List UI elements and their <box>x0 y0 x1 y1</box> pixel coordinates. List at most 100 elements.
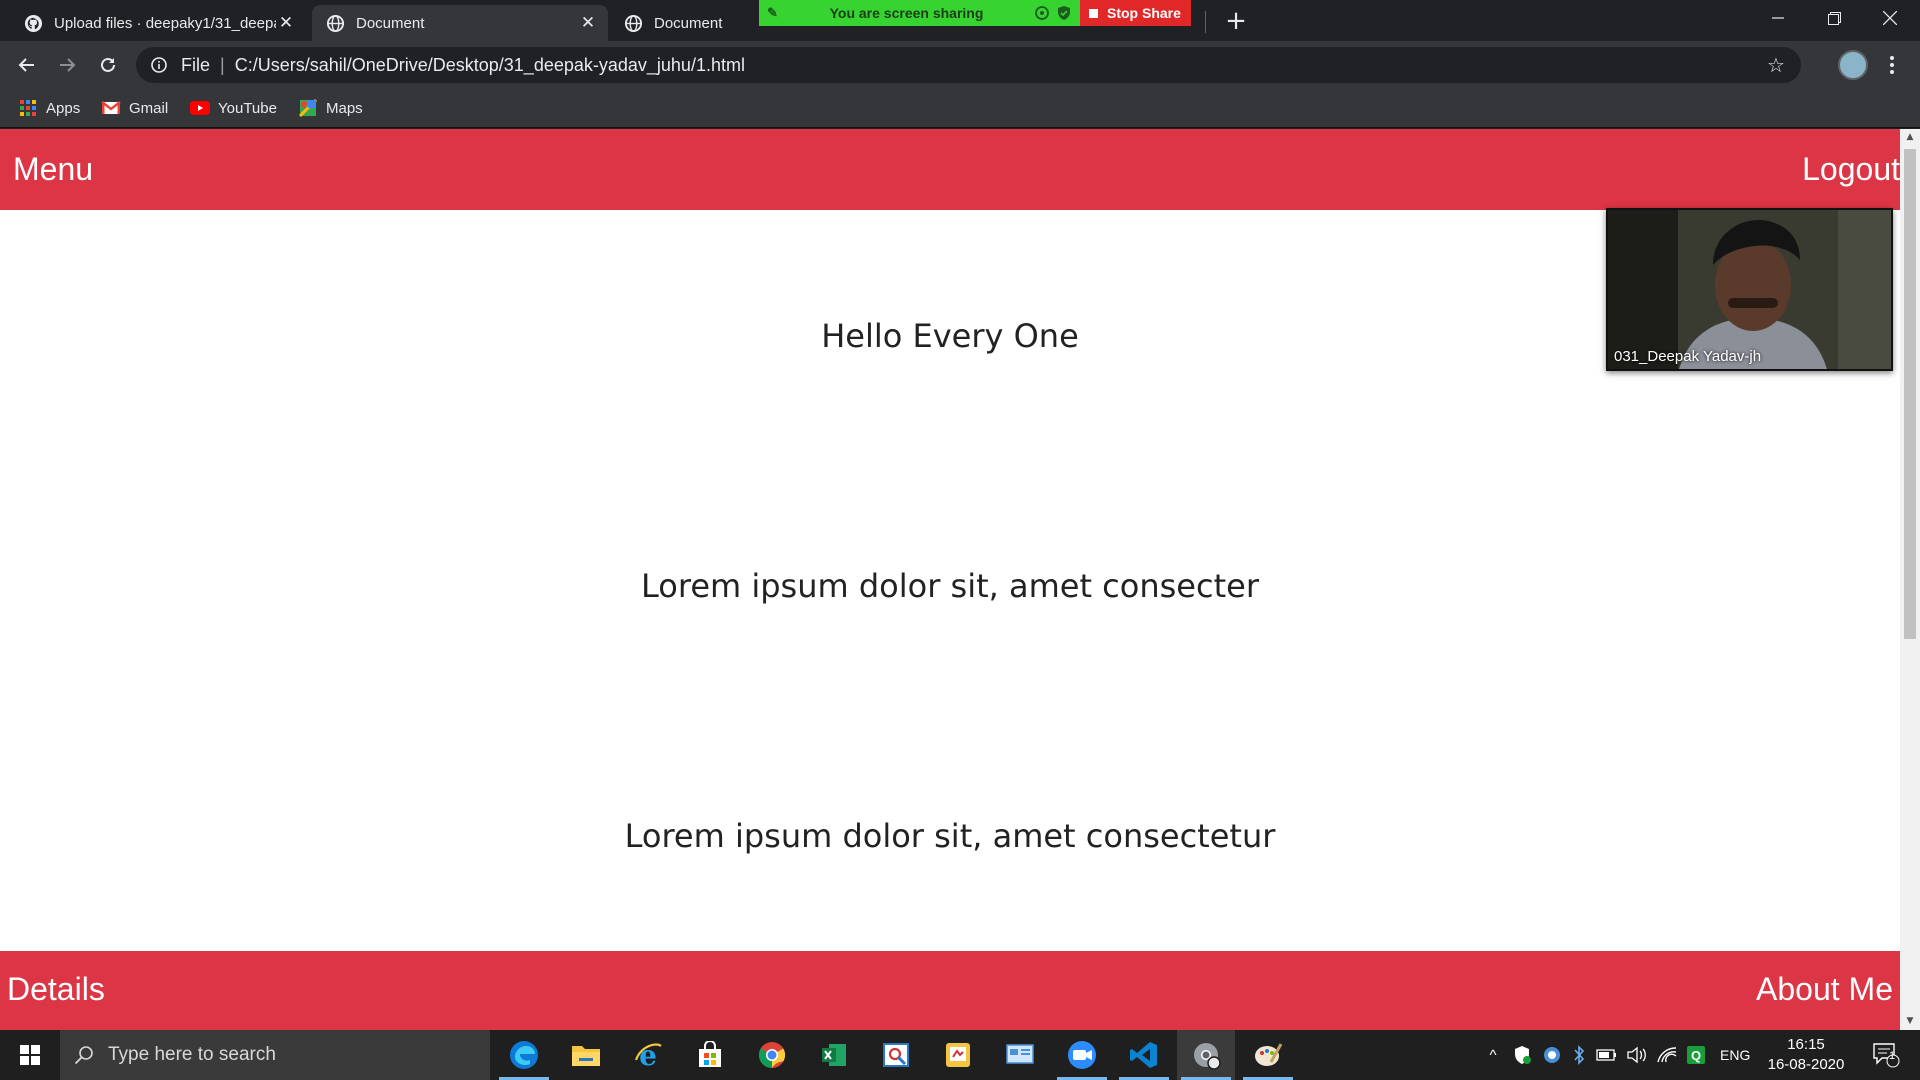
paragraph-text: Lorem ipsum dolor sit, amet consectetur <box>624 817 1276 855</box>
participant-video-thumbnail[interactable]: 031_Deepak Yadav-jh <box>1606 208 1893 371</box>
logout-link[interactable]: Logout <box>1802 151 1900 188</box>
address-separator: | <box>220 54 225 75</box>
new-tab-button[interactable]: + <box>1222 7 1250 35</box>
vscode-icon <box>1130 1042 1157 1068</box>
reload-button[interactable] <box>92 49 124 81</box>
address-url[interactable]: C:/Users/sahil/OneDrive/Desktop/31_deepa… <box>235 55 1759 76</box>
globe-icon <box>326 14 345 32</box>
scroll-up-arrow-icon[interactable]: ▲ <box>1900 129 1920 146</box>
scrollbar-thumb[interactable] <box>1904 149 1916 639</box>
close-icon <box>1883 11 1897 25</box>
tab-upload-files[interactable]: Upload files · deepaky1/31_deepak ✕ <box>10 5 306 41</box>
paragraph-text: Lorem ipsum dolor sit, amet consecter <box>641 567 1259 605</box>
maps-icon <box>298 99 318 117</box>
taskbar-chrome-profile[interactable] <box>1177 1030 1235 1080</box>
windows-logo-icon <box>20 1045 40 1065</box>
taskbar-excel[interactable] <box>805 1030 863 1080</box>
taskbar-snipping-tool[interactable] <box>867 1030 925 1080</box>
taskbar-internet-explorer[interactable]: e <box>619 1030 677 1080</box>
bookmark-star-icon[interactable]: ☆ <box>1759 53 1793 78</box>
details-link[interactable]: Details <box>7 971 105 1008</box>
address-bar[interactable]: File | C:/Users/sahil/OneDrive/Desktop/3… <box>136 47 1801 83</box>
cloud-sync-icon[interactable] <box>1542 1045 1562 1065</box>
minimize-button[interactable] <box>1750 0 1806 36</box>
taskbar-zoom[interactable] <box>1053 1030 1111 1080</box>
snipping-tool-icon <box>883 1043 909 1067</box>
action-center-button[interactable]: 1 <box>1866 1030 1906 1080</box>
taskbar-store[interactable] <box>681 1030 739 1080</box>
chrome-icon <box>758 1042 786 1069</box>
clock-date: 16-08-2020 <box>1767 1056 1845 1073</box>
close-tab-icon[interactable]: ✕ <box>578 13 598 33</box>
info-icon[interactable] <box>149 56 169 74</box>
language-indicator[interactable]: ENG <box>1720 1047 1750 1063</box>
stop-share-button[interactable]: Stop Share <box>1080 0 1191 26</box>
volume-icon[interactable] <box>1626 1046 1648 1064</box>
taskbar-chrome[interactable] <box>743 1030 801 1080</box>
chrome-profile-icon <box>1194 1043 1221 1070</box>
participant-webcam-image <box>1608 210 1891 369</box>
taskbar-file-explorer[interactable] <box>557 1030 615 1080</box>
bookmarks-bar: Apps Gmail YouTube Maps <box>0 88 1920 128</box>
pause-icon[interactable] <box>1034 5 1050 21</box>
file-explorer-icon <box>572 1046 600 1066</box>
control-panel-icon <box>1006 1044 1034 1064</box>
quick-heal-icon[interactable]: Q <box>1686 1045 1706 1065</box>
profile-avatar[interactable] <box>1838 50 1868 80</box>
bluetooth-icon[interactable] <box>1572 1045 1586 1065</box>
forward-button[interactable] <box>51 49 83 81</box>
taskbar-paint[interactable] <box>1239 1030 1297 1080</box>
minimize-icon <box>1772 17 1784 19</box>
taskbar-control-panel[interactable] <box>991 1030 1049 1080</box>
tab-document[interactable]: Document <box>610 5 760 41</box>
windows-security-icon[interactable] <box>1512 1045 1532 1065</box>
store-icon <box>699 1041 721 1067</box>
tab-title: Document <box>356 14 425 32</box>
taskbar-search-box[interactable]: Type here to search <box>60 1030 490 1080</box>
screen-sharing-status: You are screen sharing <box>829 5 984 21</box>
taskbar-clock[interactable]: 16:15 16-08-2020 <box>1758 1035 1854 1075</box>
search-icon <box>60 1045 108 1065</box>
restore-button[interactable] <box>1806 0 1862 36</box>
excel-icon <box>822 1044 846 1066</box>
show-hidden-icons-icon[interactable]: ^ <box>1482 1047 1504 1064</box>
search-placeholder: Type here to search <box>108 1044 276 1065</box>
wifi-icon[interactable] <box>1656 1046 1678 1064</box>
taskbar-edge[interactable] <box>495 1030 553 1080</box>
drag-handle-icon[interactable]: ✎ <box>767 5 785 21</box>
close-window-button[interactable] <box>1862 0 1918 36</box>
scroll-down-arrow-icon[interactable]: ▼ <box>1900 1013 1920 1030</box>
participant-name: 031_Deepak Yadav-jh <box>1614 348 1762 365</box>
stop-share-label: Stop Share <box>1107 5 1181 21</box>
bookmark-label: YouTube <box>218 99 277 117</box>
notification-icon <box>1873 1043 1900 1068</box>
start-button[interactable] <box>0 1030 60 1080</box>
bookmark-label: Gmail <box>129 99 169 117</box>
battery-icon[interactable] <box>1596 1048 1618 1062</box>
taskbar-whiteboard[interactable] <box>929 1030 987 1080</box>
shield-icon[interactable] <box>1056 5 1072 21</box>
about-me-link[interactable]: About Me <box>1756 971 1893 1008</box>
stop-icon <box>1089 8 1098 18</box>
address-scheme: File <box>181 54 211 75</box>
bookmark-label: Apps <box>46 99 81 117</box>
notification-count: 1 <box>1889 1050 1896 1062</box>
page-scrollbar[interactable]: ▲ ▼ <box>1900 129 1920 1030</box>
github-icon <box>24 14 43 32</box>
bookmark-apps[interactable]: Apps <box>18 95 80 121</box>
internet-explorer-icon: e <box>634 1040 662 1070</box>
apps-grid-icon <box>20 100 36 116</box>
chrome-menu-icon[interactable] <box>1882 52 1902 78</box>
bookmark-gmail[interactable]: Gmail <box>101 95 168 121</box>
screen-sharing-indicator[interactable]: ✎ You are screen sharing <box>759 0 1080 26</box>
taskbar-vscode[interactable] <box>1115 1030 1173 1080</box>
menu-link[interactable]: Menu <box>13 151 93 188</box>
bookmark-youtube[interactable]: YouTube <box>190 95 277 121</box>
edge-icon <box>510 1041 538 1069</box>
bookmark-maps[interactable]: Maps <box>298 95 363 121</box>
tab-document-active[interactable]: Document ✕ <box>312 5 608 41</box>
tab-title: Upload files · deepaky1/31_deepak <box>54 14 276 32</box>
tab-title: Document <box>654 14 723 32</box>
back-button[interactable] <box>11 49 43 81</box>
close-tab-icon[interactable]: ✕ <box>276 13 296 33</box>
